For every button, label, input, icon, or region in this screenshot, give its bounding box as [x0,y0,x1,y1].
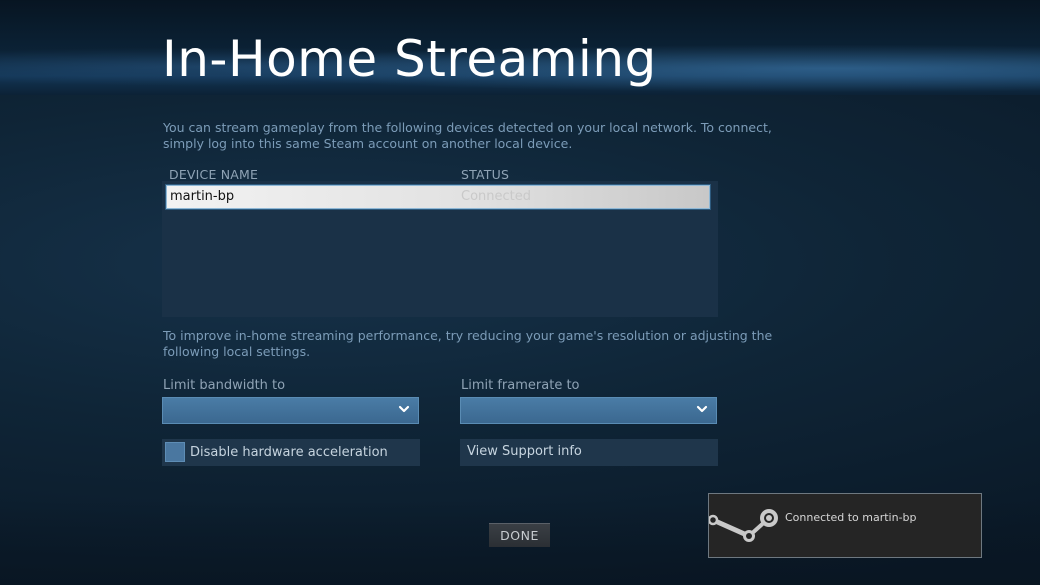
device-list[interactable]: martin-bp Connected [162,181,718,317]
done-button[interactable]: DONE [489,523,550,547]
view-support-info-label: View Support info [467,444,582,459]
bandwidth-label: Limit bandwidth to [163,378,286,393]
steam-logo-icon [709,509,778,542]
hardware-acceleration-checkbox[interactable] [165,442,185,462]
bandwidth-dropdown[interactable] [162,397,419,424]
device-status: Connected [461,189,532,204]
hardware-acceleration-label: Disable hardware acceleration [190,445,388,460]
done-label: DONE [500,528,539,543]
framerate-label: Limit framerate to [461,378,580,393]
column-header-device-name: DEVICE NAME [169,167,259,182]
connection-toast: Connected to martin-bp [708,493,982,558]
view-support-info-button[interactable]: View Support info [460,439,718,466]
toast-message: Connected to martin-bp [785,511,917,524]
device-name: martin-bp [170,189,235,204]
chevron-down-icon [398,405,410,413]
device-row[interactable]: martin-bp Connected [166,185,710,209]
intro-text: You can stream gameplay from the followi… [163,120,772,151]
chevron-down-icon [696,405,708,413]
column-header-status: STATUS [461,167,510,182]
page-title: In-Home Streaming [162,30,657,88]
performance-hint-text: To improve in-home streaming performance… [163,328,773,359]
hardware-acceleration-toggle[interactable]: Disable hardware acceleration [162,439,420,466]
framerate-dropdown[interactable] [460,397,717,424]
